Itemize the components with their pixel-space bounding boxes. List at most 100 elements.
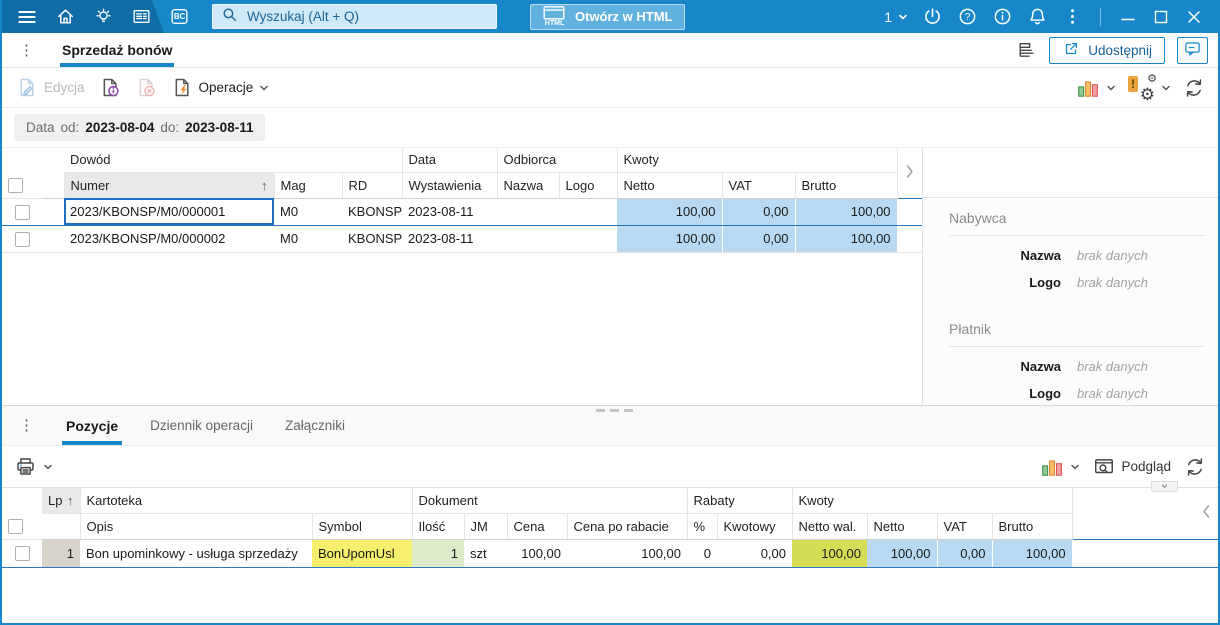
- items-chart-view-button[interactable]: [1040, 456, 1080, 478]
- print-button[interactable]: [14, 455, 53, 478]
- col-header-procent[interactable]: %: [687, 513, 718, 540]
- row-checkbox[interactable]: [14, 231, 30, 247]
- splitter-handle[interactable]: [596, 409, 633, 412]
- group-header-kwoty[interactable]: Kwoty: [792, 488, 1073, 514]
- cell-cena[interactable]: 100,00: [507, 538, 567, 568]
- collapse-panel-button[interactable]: [1151, 481, 1178, 492]
- search-input[interactable]: [245, 8, 488, 25]
- select-all-checkbox[interactable]: [8, 177, 23, 193]
- cell-vat[interactable]: 0,00: [722, 225, 796, 253]
- cell-kwotowy[interactable]: 0,00: [717, 538, 793, 568]
- document-row-2[interactable]: 2023/KBONSP/M0/000002 M0 KBONSP 2023-08-…: [2, 225, 923, 253]
- col-header-netto-wal[interactable]: Netto wal.: [792, 513, 868, 540]
- more-options-icon[interactable]: [1061, 6, 1083, 28]
- bc-icon[interactable]: BC: [168, 6, 190, 28]
- tab-pozycje[interactable]: Pozycje: [50, 406, 134, 445]
- settings-warning-button[interactable]: ! ⚙ ⚙: [1128, 73, 1171, 103]
- col-header-netto[interactable]: Netto: [617, 172, 723, 199]
- group-header-kartoteka[interactable]: Kartoteka: [80, 488, 413, 514]
- edit-button[interactable]: Edycja: [15, 76, 85, 99]
- subtab-options-icon[interactable]: ⋮: [2, 418, 50, 433]
- cell-brutto[interactable]: 100,00: [795, 225, 898, 253]
- col-header-opis[interactable]: Opis: [80, 513, 313, 540]
- bell-icon[interactable]: [1026, 6, 1048, 28]
- cell-logo[interactable]: [559, 225, 617, 253]
- col-header-jm[interactable]: JM: [464, 513, 508, 540]
- cell-cena-po-rabacie[interactable]: 100,00: [567, 538, 687, 568]
- col-header-nazwa[interactable]: Nazwa: [497, 172, 560, 199]
- col-header-symbol[interactable]: Symbol: [312, 513, 413, 540]
- group-header-odbiorca[interactable]: Odbiorca: [497, 148, 618, 173]
- group-header-dowod[interactable]: Dowód: [64, 148, 403, 173]
- col-header-kwotowy[interactable]: Kwotowy: [717, 513, 793, 540]
- tab-zalaczniki[interactable]: Załączniki: [269, 406, 361, 445]
- cell-numer[interactable]: 2023/KBONSP/M0/000002: [64, 225, 274, 253]
- assistant-bulb-icon[interactable]: [92, 6, 114, 28]
- tab-dziennik-operacji[interactable]: Dziennik operacji: [134, 406, 269, 445]
- open-in-html-button[interactable]: HTML Otwórz w HTML: [530, 3, 685, 30]
- items-refresh-button[interactable]: [1184, 456, 1206, 478]
- document-row-1[interactable]: 2023/KBONSP/M0/000001 M0 KBONSP 2023-08-…: [2, 197, 923, 226]
- row-checkbox[interactable]: [14, 204, 30, 220]
- home-icon[interactable]: [54, 6, 76, 28]
- col-header-lp[interactable]: Lp ↑: [42, 488, 81, 514]
- cell-opis[interactable]: Bon upominkowy - usługa sprzedaży: [80, 538, 312, 568]
- cell-nazwa[interactable]: [497, 197, 559, 226]
- col-header-ilosc[interactable]: Ilość: [412, 513, 465, 540]
- col-header-wystawienia[interactable]: Wystawienia: [402, 172, 498, 199]
- preview-button[interactable]: Podgląd: [1093, 456, 1171, 478]
- cell-netto-wal[interactable]: 100,00: [792, 538, 868, 568]
- cell-lp[interactable]: 1: [42, 538, 80, 568]
- tab-options-icon[interactable]: ⋮: [2, 43, 50, 58]
- cell-numer[interactable]: 2023/KBONSP/M0/000001: [64, 197, 274, 226]
- help-icon[interactable]: ?: [956, 6, 978, 28]
- row-checkbox[interactable]: [14, 546, 30, 562]
- cell-vat[interactable]: 0,00: [722, 197, 796, 226]
- col-header-rd[interactable]: RD: [342, 172, 403, 199]
- col-header-vat[interactable]: VAT: [937, 513, 993, 540]
- document-info-button[interactable]: [98, 76, 121, 99]
- cell-rd[interactable]: KBONSP: [342, 225, 402, 253]
- global-search[interactable]: [212, 4, 497, 29]
- cell-ilosc[interactable]: 1: [412, 538, 464, 568]
- power-icon[interactable]: [921, 6, 943, 28]
- select-all-checkbox[interactable]: [8, 518, 23, 534]
- col-header-cena[interactable]: Cena: [507, 513, 568, 540]
- cell-procent[interactable]: 0: [687, 538, 717, 568]
- cell-brutto[interactable]: 100,00: [795, 197, 898, 226]
- col-header-brutto[interactable]: Brutto: [795, 172, 898, 199]
- col-header-netto[interactable]: Netto: [867, 513, 938, 540]
- minimize-button[interactable]: [1118, 7, 1138, 27]
- cell-netto[interactable]: 100,00: [617, 225, 723, 253]
- cell-mag[interactable]: M0: [274, 225, 342, 253]
- cell-nazwa[interactable]: [497, 225, 559, 253]
- cell-vat[interactable]: 0,00: [937, 538, 993, 568]
- col-header-brutto[interactable]: Brutto: [992, 513, 1073, 540]
- chart-view-button[interactable]: [1076, 77, 1116, 99]
- group-header-dokument[interactable]: Dokument: [412, 488, 688, 514]
- col-header-vat[interactable]: VAT: [722, 172, 796, 199]
- cell-netto[interactable]: 100,00: [867, 538, 938, 568]
- info-icon[interactable]: [991, 6, 1013, 28]
- operations-button[interactable]: Operacje: [170, 76, 270, 99]
- cell-wystawienia[interactable]: 2023-08-11: [402, 225, 497, 253]
- col-header-cena-po-rabacie[interactable]: Cena po rabacie: [567, 513, 688, 540]
- cell-jm[interactable]: szt: [464, 538, 507, 568]
- col-header-logo[interactable]: Logo: [559, 172, 618, 199]
- date-filter-chip[interactable]: Data od: 2023-08-04 do: 2023-08-11: [14, 114, 266, 141]
- cell-logo[interactable]: [559, 197, 617, 226]
- document-cancel-button[interactable]: [134, 76, 157, 99]
- group-header-kwoty[interactable]: Kwoty: [617, 148, 898, 173]
- share-button[interactable]: Udostępnij: [1049, 36, 1165, 64]
- cell-brutto[interactable]: 100,00: [992, 538, 1073, 568]
- cell-symbol[interactable]: BonUpomUsl: [312, 538, 412, 568]
- panel-expand-icon[interactable]: [897, 148, 922, 198]
- news-icon[interactable]: [130, 6, 152, 28]
- close-button[interactable]: [1184, 7, 1204, 27]
- cell-mag[interactable]: M0: [274, 197, 342, 226]
- group-header-rabaty[interactable]: Rabaty: [687, 488, 793, 514]
- cell-wystawienia[interactable]: 2023-08-11: [402, 197, 497, 226]
- refresh-button[interactable]: [1183, 77, 1205, 99]
- item-row-1[interactable]: 1 Bon upominkowy - usługa sprzedaży BonU…: [2, 538, 1218, 568]
- col-header-mag[interactable]: Mag: [274, 172, 343, 199]
